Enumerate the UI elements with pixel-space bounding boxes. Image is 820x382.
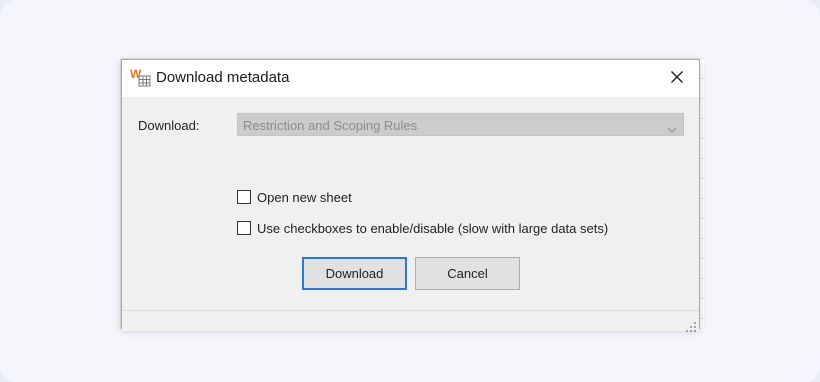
dialog-statusbar <box>122 310 699 332</box>
open-new-sheet-option[interactable]: Open new sheet <box>237 188 352 206</box>
svg-text:W: W <box>130 67 142 81</box>
download-label: Download: <box>138 118 200 133</box>
use-checkboxes-checkbox[interactable] <box>237 221 251 235</box>
download-select-value: Restriction and Scoping Rules <box>243 118 418 133</box>
cancel-button[interactable]: Cancel <box>415 257 520 290</box>
chevron-down-icon <box>667 121 677 133</box>
download-button[interactable]: Download <box>302 257 407 290</box>
use-checkboxes-label: Use checkboxes to enable/disable (slow w… <box>257 220 609 236</box>
resize-grip-icon[interactable] <box>686 319 696 332</box>
close-icon <box>671 70 683 88</box>
dialog-title: Download metadata <box>156 69 290 86</box>
metadata-app-icon: W <box>130 67 152 89</box>
screenshot-frame: W Download metadata Download: Restrictio… <box>0 0 820 382</box>
close-button[interactable] <box>655 60 699 97</box>
download-metadata-dialog: W Download metadata Download: Restrictio… <box>121 59 700 332</box>
open-new-sheet-label: Open new sheet <box>257 189 352 205</box>
use-checkboxes-option[interactable]: Use checkboxes to enable/disable (slow w… <box>237 219 608 237</box>
open-new-sheet-checkbox[interactable] <box>237 190 251 204</box>
dialog-titlebar: W Download metadata <box>122 60 699 97</box>
download-select[interactable]: Restriction and Scoping Rules <box>237 113 684 136</box>
